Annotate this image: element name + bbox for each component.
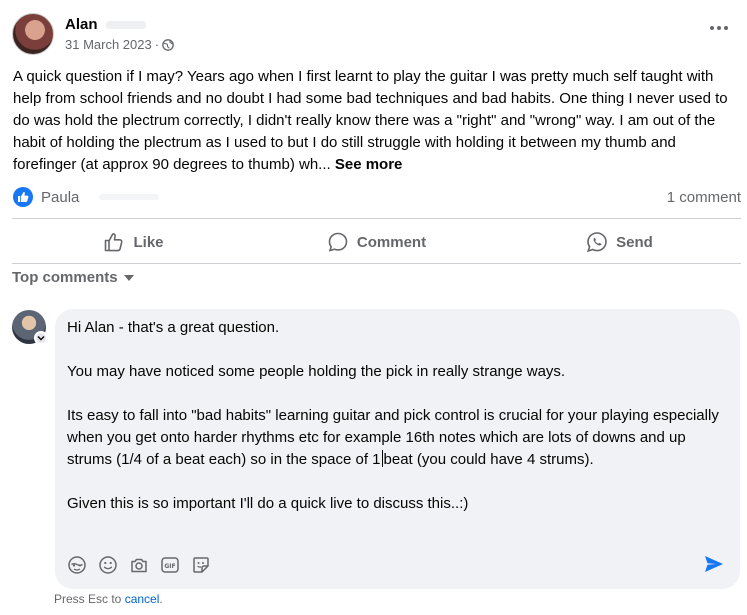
press-esc-text: Press Esc to [54,592,125,606]
camera-icon[interactable] [129,555,149,575]
comment-icon [328,232,348,252]
meta-separator: · [154,37,160,52]
reactions-row: Paula 1 comment [13,184,741,210]
comment-count[interactable]: 1 comment [667,189,741,206]
post-meta: 31 March 2023 · [65,37,174,52]
reply-paragraph-4: Given this is so important I'll do a qui… [67,495,469,512]
send-action-button[interactable]: Send [498,222,741,262]
reaction-summary[interactable]: Paula [13,187,160,207]
author-name[interactable]: Alan [65,16,98,33]
comments-sort-dropdown[interactable]: Top comments [12,269,134,286]
like-icon [13,187,33,207]
avatar-sticker-icon[interactable] [67,555,87,575]
comment-composer[interactable]: Hi Alan - that's a great question. You m… [55,309,740,589]
cancel-hint: Press Esc to cancel. [54,592,163,606]
gif-icon[interactable]: GIF [160,555,180,575]
divider-top [12,218,741,219]
comment-button[interactable]: Comment [255,222,498,262]
author-row: Alan [65,16,174,33]
action-bar: Like Comment Send [12,222,741,262]
whatsapp-icon [587,232,607,253]
reply-paragraph-3: Its easy to fall into "bad habits" learn… [67,405,727,471]
header-text: Alan 31 March 2023 · [65,16,174,52]
post-header: Alan 31 March 2023 · [12,12,735,56]
reactor-blurred [99,194,160,200]
author-surname-blurred [105,20,146,29]
caret-down-icon [123,274,134,281]
globe-icon [162,38,174,51]
thumbs-up-icon [105,233,124,252]
chevron-down-icon[interactable] [34,331,48,345]
comment-label: Comment [356,233,427,251]
reply-paragraph-1: Hi Alan - that's a great question. [67,319,280,336]
like-label: Like [133,233,164,251]
cancel-link[interactable]: cancel [125,592,160,606]
post-date[interactable]: 31 March 2023 [65,37,152,52]
reply-paragraph-2: You may have noticed some people holding… [67,363,566,380]
comments-sort-label: Top comments [12,269,118,286]
author-avatar[interactable] [12,13,54,55]
comment-input[interactable]: Hi Alan - that's a great question. You m… [67,317,727,537]
see-more-link[interactable]: See more [335,156,403,173]
send-label: Send [616,233,653,251]
reply-paragraph-3-end: beat (you could have 4 strums). [383,451,594,468]
reactor-name: Paula [41,188,80,206]
post-body: A quick question if I may? Years ago whe… [13,66,735,176]
composer-toolbar: GIF [67,555,211,575]
emoji-icon[interactable] [98,555,118,575]
cancel-hint-period: . [159,592,163,606]
like-button[interactable]: Like [12,222,255,262]
sticker-icon[interactable] [191,555,211,575]
gif-label: GIF [164,563,175,570]
more-options-icon[interactable] [707,18,731,38]
divider-bottom [12,263,741,264]
text-cursor [381,450,383,467]
send-icon[interactable] [704,555,724,573]
